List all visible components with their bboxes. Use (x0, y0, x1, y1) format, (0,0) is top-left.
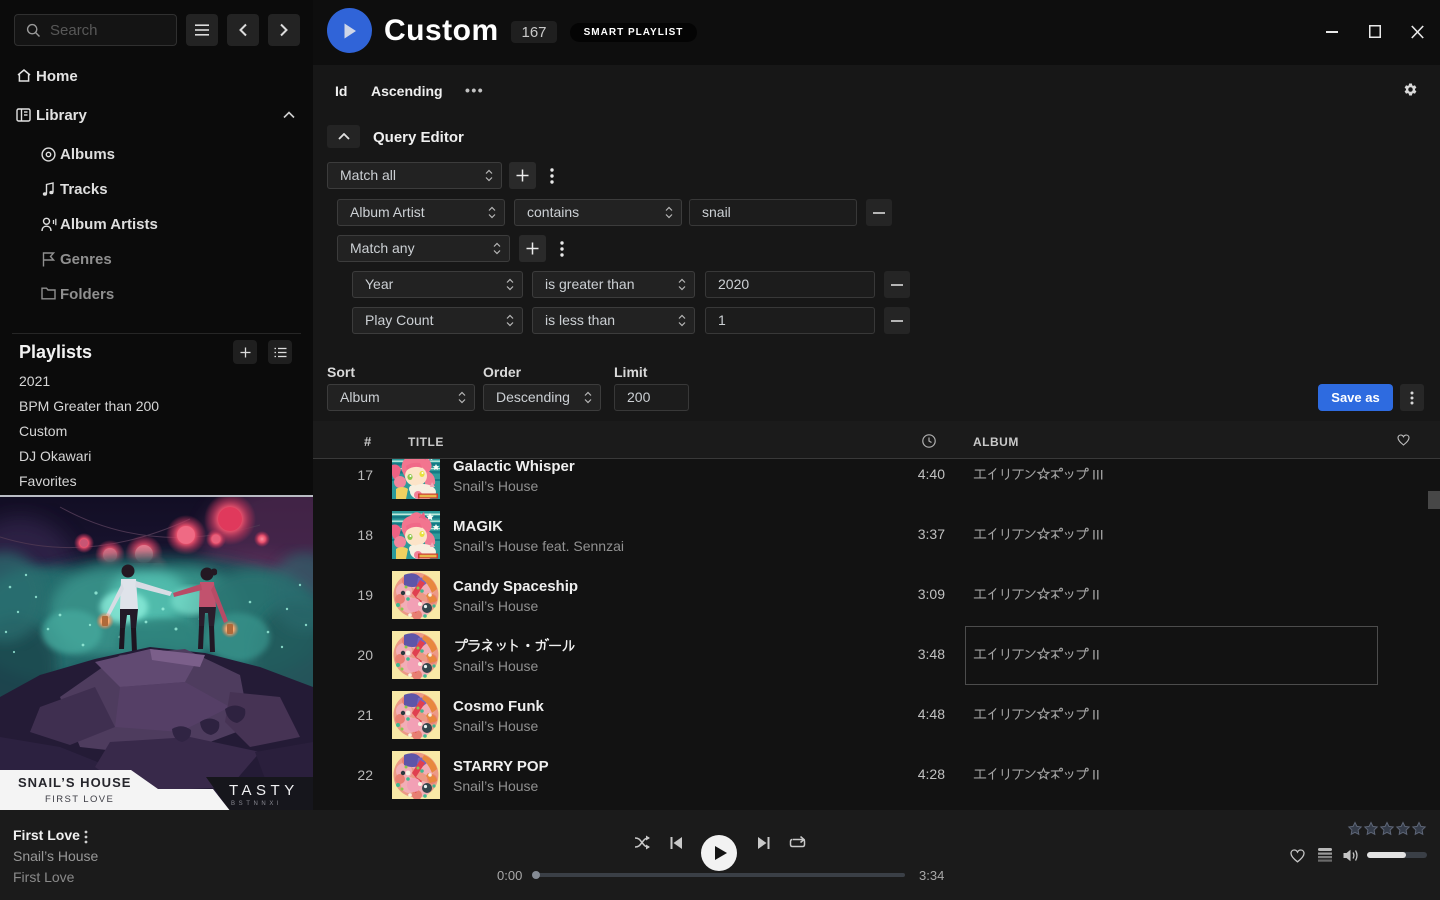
svg-text:II: II (1092, 587, 1100, 603)
svg-text:BSTNNXI: BSTNNXI (231, 801, 282, 807)
svg-text:II: II (1092, 707, 1100, 723)
svg-text:SNAIL’S HOUSE: SNAIL’S HOUSE (18, 775, 131, 790)
svg-text:II: II (1092, 767, 1100, 783)
svg-text:FIRST LOVE: FIRST LOVE (45, 794, 114, 805)
svg-text:TASTY: TASTY (229, 782, 299, 799)
svg-text:III: III (1092, 467, 1104, 483)
svg-text:III: III (1092, 527, 1104, 543)
